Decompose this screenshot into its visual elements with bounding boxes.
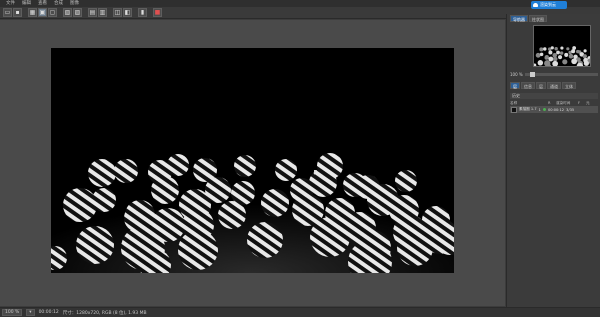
image-icon[interactable]: ▧ — [63, 8, 72, 17]
thumbnail-sphere — [582, 54, 587, 59]
layer-frame: 3/35 — [566, 107, 575, 112]
thumbnail-sphere — [571, 49, 576, 54]
striped-sphere — [63, 188, 97, 222]
render-to-cloud-label: 渲染到云 — [540, 2, 556, 7]
layer-name: 素描圈 1.7 — [519, 107, 537, 111]
layers-tab-1[interactable]: 信息 — [521, 82, 535, 89]
navigator-preview — [534, 46, 590, 66]
frame-icon[interactable]: ▣ — [38, 8, 47, 17]
layers-tabs: 层信息层通道 立体 — [510, 82, 576, 89]
layer-thumbnail — [511, 106, 517, 113]
image2-icon[interactable]: ▨ — [73, 8, 82, 17]
layer-row[interactable]: 素描圈 1.7 1 00:00:12 3/35 — [510, 106, 598, 113]
thumbnail-sphere — [559, 51, 564, 55]
striped-sphere — [247, 222, 283, 258]
stop-icon[interactable]: ■ — [153, 8, 162, 17]
status-time: 00:00:12 — [38, 310, 59, 315]
frame2-icon[interactable]: ▢ — [48, 8, 57, 17]
striped-sphere — [218, 201, 246, 229]
layers-tab-3[interactable]: 通道 — [547, 82, 561, 89]
render-image — [51, 153, 454, 273]
striped-sphere — [167, 154, 189, 176]
thumbnail-sphere — [560, 46, 564, 50]
layers-tab-2[interactable]: 层 — [536, 82, 546, 89]
zoom-slider-knob[interactable] — [529, 71, 535, 77]
navigator-thumbnail[interactable] — [533, 25, 591, 67]
render-icon[interactable]: ◧ — [123, 8, 132, 17]
panel-tab-1[interactable]: 柱状图 — [529, 15, 547, 22]
folder-open-icon[interactable]: ▭ — [3, 8, 12, 17]
striped-sphere — [310, 217, 350, 257]
thumbnail-sphere — [539, 47, 544, 52]
status-zoom[interactable]: 100 % — [2, 309, 23, 316]
menu-item-4[interactable]: 图像 — [70, 0, 79, 7]
thumbnail-sphere — [537, 60, 544, 66]
thumbnail-sphere — [566, 47, 570, 51]
status-bar: 100 % ▾ 00:00:12 尺寸：1280x720, RGB (8 位),… — [0, 307, 600, 317]
film-icon[interactable]: ▤ — [88, 8, 97, 17]
layer-status-icon — [542, 108, 546, 111]
status-size: 尺寸：1280x720, RGB (8 位), 1.93 MB — [62, 310, 147, 316]
grid-icon[interactable]: ▦ — [28, 8, 37, 17]
thumbnail-sphere — [583, 49, 587, 53]
menu-bar: 文件 编辑 查看 合成 图像 — [0, 0, 600, 7]
thumbnail-sphere — [583, 60, 589, 66]
panel-tab-0[interactable]: 导航器 — [510, 15, 528, 22]
cloud-icon — [533, 3, 538, 7]
thumbnail-sphere — [550, 46, 554, 50]
menu-item-1[interactable]: 编辑 — [22, 0, 31, 7]
thumbnail-sphere — [543, 47, 547, 51]
striped-sphere — [234, 155, 256, 177]
layers-tab-0[interactable]: 层 — [510, 82, 520, 89]
zoom-slider[interactable] — [524, 71, 598, 77]
save-icon[interactable]: ▪ — [13, 8, 22, 17]
layers-title: 历史 — [510, 93, 598, 99]
mouse-cursor — [314, 170, 317, 175]
thumbnail-sphere — [552, 56, 558, 62]
striped-sphere — [92, 188, 116, 212]
striped-sphere — [205, 177, 231, 203]
navigator-tabs: 导航器 柱状图 — [507, 14, 600, 22]
thumbnail-sphere — [535, 52, 541, 58]
thumbnail-sphere — [562, 59, 568, 65]
thumbnail-sphere — [534, 63, 537, 66]
snapshot-icon[interactable]: ◫ — [113, 8, 122, 17]
striped-sphere — [76, 226, 114, 264]
striped-sphere — [397, 230, 433, 266]
menu-item-2[interactable]: 查看 — [38, 0, 47, 7]
striped-sphere — [88, 159, 116, 187]
render-to-cloud-button[interactable]: 渲染到云 — [531, 1, 567, 9]
thumbnail-sphere — [552, 60, 559, 66]
striped-sphere — [178, 230, 218, 270]
layers-tab-4[interactable]: 立体 — [562, 82, 576, 89]
status-zoom-dropdown-icon[interactable]: ▾ — [26, 309, 35, 316]
thumbnail-sphere — [554, 47, 558, 51]
thumbnail-sphere — [576, 49, 580, 54]
thumbnail-sphere — [544, 55, 549, 60]
navigator-zoom: 100 % — [510, 70, 598, 78]
film2-icon[interactable]: ▥ — [98, 8, 107, 17]
striped-sphere — [343, 173, 367, 197]
layer-time: 00:00:12 — [547, 107, 565, 112]
layer-r: 1 — [538, 107, 541, 112]
right-panel: 导航器 柱状图 100 % 层信息层通道 立体 历史 名称 R 渲染时间 F 元 素描圈 1… — [506, 14, 600, 307]
navigator-zoom-value: 100 % — [510, 71, 523, 77]
thumbnail-sphere — [558, 55, 563, 60]
thumbnail-sphere — [548, 56, 554, 62]
video-icon[interactable]: ▮ — [138, 8, 147, 17]
striped-sphere — [114, 159, 138, 183]
striped-sphere — [395, 170, 417, 192]
thumbnail-sphere — [568, 53, 574, 59]
thumbnail-sphere — [564, 52, 569, 57]
thumbnail-sphere — [548, 50, 553, 55]
striped-sphere — [151, 176, 179, 204]
thumbnail-sphere — [571, 58, 578, 65]
thumbnail-sphere — [556, 50, 560, 55]
menu-item-0[interactable]: 文件 — [6, 0, 15, 7]
striped-sphere — [261, 189, 289, 217]
thumbnail-sphere — [539, 52, 544, 57]
menu-item-3[interactable]: 合成 — [54, 0, 63, 7]
render-viewport[interactable] — [51, 48, 454, 273]
striped-sphere — [275, 159, 297, 181]
